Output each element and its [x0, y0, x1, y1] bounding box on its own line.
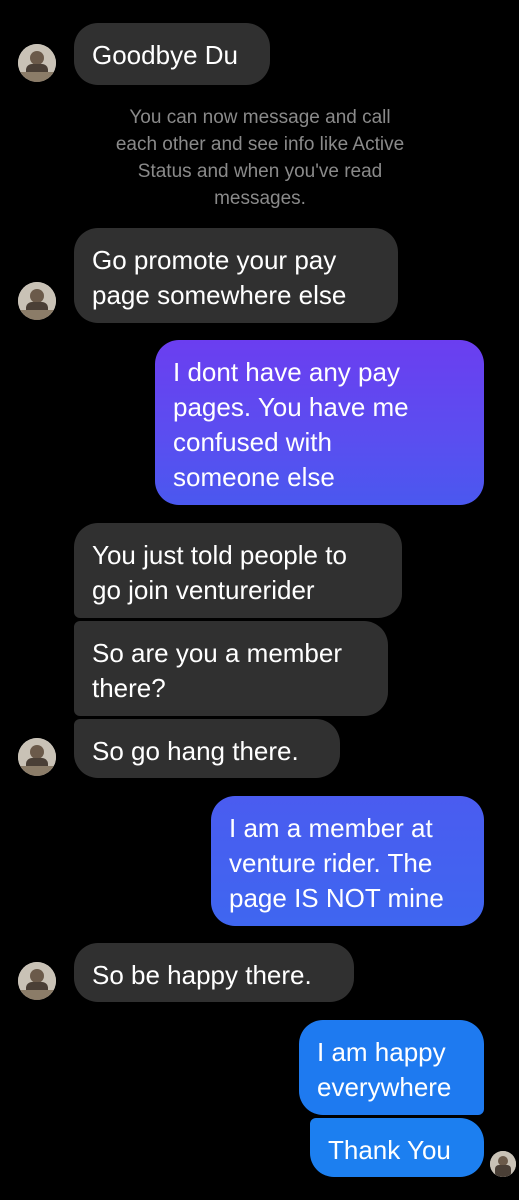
message-bubble-outgoing[interactable]: I dont have any pay pages. You have me c…: [155, 340, 484, 505]
system-notice: You can now message and call each other …: [115, 107, 405, 209]
read-receipt-avatar-icon: [490, 1151, 516, 1177]
message-bubble-outgoing[interactable]: I am a member at venture rider. The page…: [211, 796, 484, 926]
contact-avatar-icon[interactable]: [18, 738, 56, 776]
message-bubble-incoming[interactable]: You just told people to go join venturer…: [74, 523, 402, 618]
message-bubble-outgoing[interactable]: I am happy everywhere: [299, 1020, 484, 1115]
conversation-thread: Goodbye Du You can now message and call …: [0, 0, 519, 1200]
message-bubble-incoming[interactable]: Go promote your pay page somewhere else: [74, 228, 398, 323]
contact-avatar-icon[interactable]: [18, 962, 56, 1000]
message-bubble-outgoing[interactable]: Thank You: [310, 1118, 484, 1177]
contact-avatar-icon[interactable]: [18, 44, 56, 82]
message-bubble-incoming[interactable]: So go hang there.: [74, 719, 340, 778]
contact-avatar-icon[interactable]: [18, 282, 56, 320]
message-bubble-incoming[interactable]: Goodbye Du: [74, 23, 270, 85]
message-bubble-incoming[interactable]: So are you a member there?: [74, 621, 388, 716]
message-bubble-incoming[interactable]: So be happy there.: [74, 943, 354, 1002]
